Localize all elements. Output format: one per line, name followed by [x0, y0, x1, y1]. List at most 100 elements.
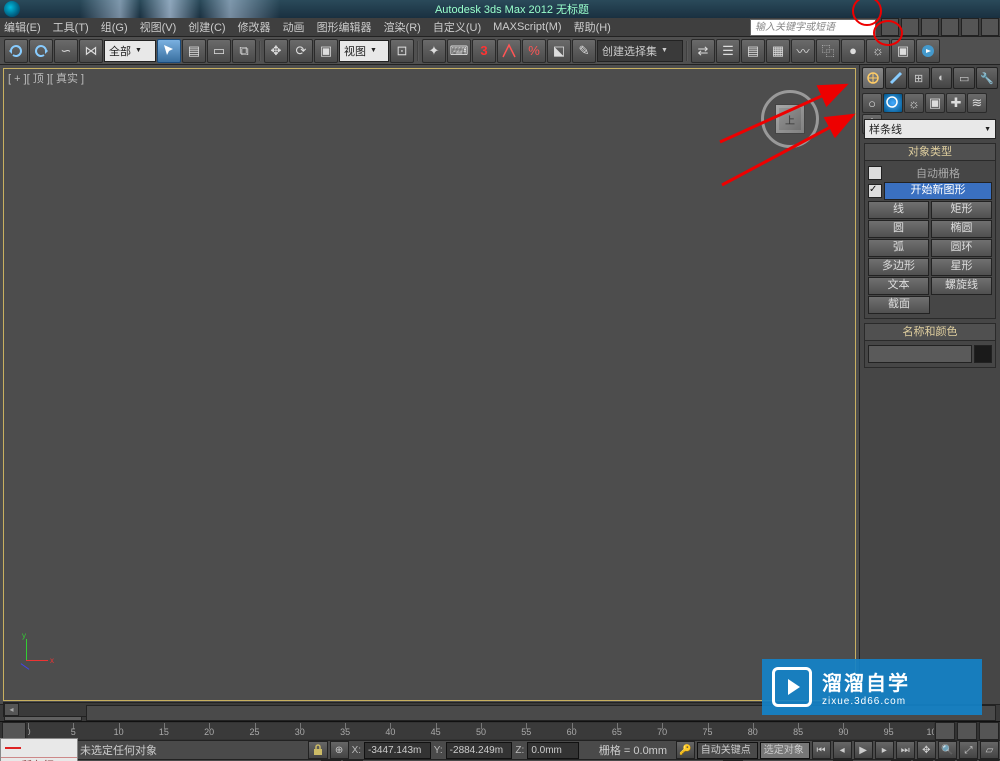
next-frame-button[interactable]: ▸ [875, 741, 894, 759]
render-frame-button[interactable]: ▣ [891, 39, 915, 63]
ellipse-button[interactable]: 椭圆 [931, 220, 992, 238]
selection-set-combo[interactable]: 选定对象 [760, 742, 810, 759]
manipulate-button[interactable]: ✦ [422, 39, 446, 63]
menu-customize[interactable]: 自定义(U) [433, 19, 481, 35]
modify-tab[interactable] [885, 67, 907, 89]
absolute-mode-button[interactable]: ⊕ [330, 741, 349, 759]
geometry-cat-button[interactable]: ○ [862, 93, 882, 113]
select-region-button[interactable]: ▭ [207, 39, 231, 63]
object-name-input[interactable] [868, 345, 972, 363]
shapes-cat-button[interactable] [883, 93, 903, 113]
arc-button[interactable]: 弧 [868, 239, 929, 257]
autokey-button[interactable]: 自动关键点 [697, 742, 758, 759]
text-button[interactable]: 文本 [868, 277, 929, 295]
hierarchy-tab[interactable]: ⊞ [908, 67, 930, 89]
help-icon[interactable] [981, 18, 999, 36]
startnew-button[interactable]: 开始新图形 [884, 182, 992, 200]
selection-lock-button[interactable] [308, 741, 327, 759]
prev-frame-button[interactable]: ◂ [833, 741, 852, 759]
menu-tools[interactable]: 工具(T) [53, 19, 89, 35]
rotate-button[interactable]: ⟳ [289, 39, 313, 63]
scale-button[interactable]: ▣ [314, 39, 338, 63]
select-by-name-button[interactable]: ▤ [182, 39, 206, 63]
display-tab[interactable]: ▭ [953, 67, 975, 89]
subcategory-combo[interactable]: 样条线 [864, 119, 996, 139]
keyboard-shortcut-button[interactable]: ⌨ [447, 39, 471, 63]
goto-end-button[interactable]: ⏭ [896, 741, 915, 759]
helpers-cat-button[interactable]: ✚ [946, 93, 966, 113]
edit-named-sel-button[interactable]: ✎ [572, 39, 596, 63]
menu-help[interactable]: 帮助(H) [574, 19, 611, 35]
star-button[interactable]: 星形 [931, 258, 992, 276]
zoom-button[interactable]: 🔍 [938, 741, 957, 759]
infocenter-icon[interactable] [901, 18, 919, 36]
menu-modifiers[interactable]: 修改器 [238, 19, 271, 35]
link-button[interactable]: ∽ [54, 39, 78, 63]
helix-button[interactable]: 螺旋线 [931, 277, 992, 295]
lights-cat-button[interactable]: ☼ [904, 93, 924, 113]
motion-tab[interactable]: ◐ [931, 67, 953, 89]
exchange-icon[interactable] [961, 18, 979, 36]
search-icon[interactable] [881, 18, 899, 36]
circle-button[interactable]: 圆 [868, 220, 929, 238]
create-tab[interactable] [862, 67, 884, 89]
spinner-snap-button[interactable]: ⬕ [547, 39, 571, 63]
app-icon[interactable] [4, 1, 20, 17]
ref-coord-system[interactable]: 视图 [339, 40, 389, 62]
select-object-button[interactable] [157, 39, 181, 63]
menu-create[interactable]: 创建(C) [188, 19, 225, 35]
trackbar-btn-1[interactable] [935, 722, 955, 740]
rollout-header[interactable]: 对象类型 [865, 144, 995, 161]
goto-start-button[interactable]: ⏮ [812, 741, 831, 759]
help-search[interactable]: 输入关键字或短语 [750, 19, 876, 36]
angle-snap-button[interactable] [497, 39, 521, 63]
window-crossing-button[interactable]: ⧉ [232, 39, 256, 63]
startnew-checkbox[interactable] [868, 184, 882, 198]
menu-animation[interactable]: 动画 [283, 19, 305, 35]
curve-editor-button[interactable]: 〰 [791, 39, 815, 63]
ngon-button[interactable]: 多边形 [868, 258, 929, 276]
menu-edit[interactable]: 编辑(E) [4, 19, 41, 35]
cameras-cat-button[interactable]: ▣ [925, 93, 945, 113]
signin-icon[interactable] [941, 18, 959, 36]
object-color-swatch[interactable] [974, 345, 992, 363]
viewcube-face[interactable]: 上 [775, 104, 805, 134]
rollout-header[interactable]: 名称和颜色 [865, 324, 995, 341]
schematic-view-button[interactable]: ⿻ [816, 39, 840, 63]
undo-button[interactable] [4, 39, 28, 63]
move-button[interactable]: ✥ [264, 39, 288, 63]
autogrid-checkbox[interactable] [868, 166, 882, 180]
zoom-all-button[interactable]: ⤢ [959, 741, 978, 759]
material-editor-button[interactable]: ● [841, 39, 865, 63]
rectangle-button[interactable]: 矩形 [931, 201, 992, 219]
pan-view-button[interactable]: ✥ [917, 741, 936, 759]
unlink-button[interactable]: ⋈ [79, 39, 103, 63]
render-setup-button[interactable]: ☼ [866, 39, 890, 63]
align-button[interactable]: ☰ [716, 39, 740, 63]
trackbar-btn-2[interactable] [957, 722, 977, 740]
trackbar-btn-3[interactable] [979, 722, 999, 740]
mirror-button[interactable]: ⇄ [691, 39, 715, 63]
utilities-tab[interactable]: 🔧 [976, 67, 998, 89]
layer-manager-button[interactable]: ▤ [741, 39, 765, 63]
menu-rendering[interactable]: 渲染(R) [384, 19, 421, 35]
snap-toggle-button[interactable]: 3 [472, 39, 496, 63]
render-button[interactable] [916, 39, 940, 63]
line-button[interactable]: 线 [868, 201, 929, 219]
use-pivot-center-button[interactable]: ⊡ [390, 39, 414, 63]
viewport-label[interactable]: [ + ][ 顶 ][ 真实 ] [8, 70, 84, 86]
scroll-left-button[interactable]: ◂ [4, 703, 19, 716]
spacewarps-cat-button[interactable]: ≋ [967, 93, 987, 113]
menu-maxscript[interactable]: MAXScript(M) [493, 21, 561, 33]
section-button[interactable]: 截面 [868, 296, 930, 314]
percent-snap-button[interactable]: % [522, 39, 546, 63]
x-coord[interactable]: -3447.143m [364, 742, 431, 759]
y-coord[interactable]: -2884.249m [446, 742, 513, 759]
selection-filter[interactable]: 全部 [104, 40, 156, 62]
menu-view[interactable]: 视图(V) [140, 19, 177, 35]
redo-button[interactable] [29, 39, 53, 63]
play-button[interactable]: ▶ [854, 741, 873, 759]
z-coord[interactable]: 0.0mm [527, 742, 579, 759]
viewport[interactable]: [ + ][ 顶 ][ 真实 ] 上 yx ◂ ▸ [0, 65, 859, 704]
script-listener-mini[interactable]: 所在行: [0, 738, 78, 761]
